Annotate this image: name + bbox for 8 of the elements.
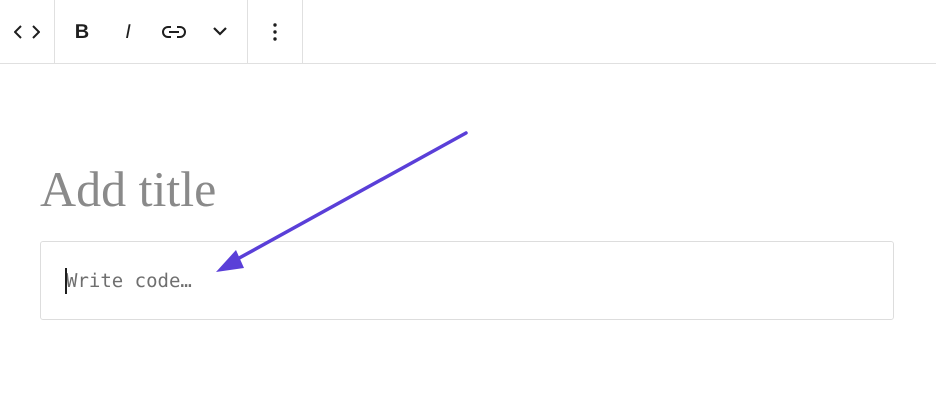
bold-button[interactable]: B xyxy=(59,8,105,56)
code-icon[interactable] xyxy=(14,24,40,38)
code-field[interactable]: Write code… xyxy=(40,241,894,320)
chevron-down-icon[interactable] xyxy=(213,27,227,36)
link-icon[interactable] xyxy=(162,24,186,38)
text-cursor xyxy=(65,268,67,294)
italic-button[interactable]: I xyxy=(105,8,151,56)
more-options-icon[interactable] xyxy=(273,22,277,40)
